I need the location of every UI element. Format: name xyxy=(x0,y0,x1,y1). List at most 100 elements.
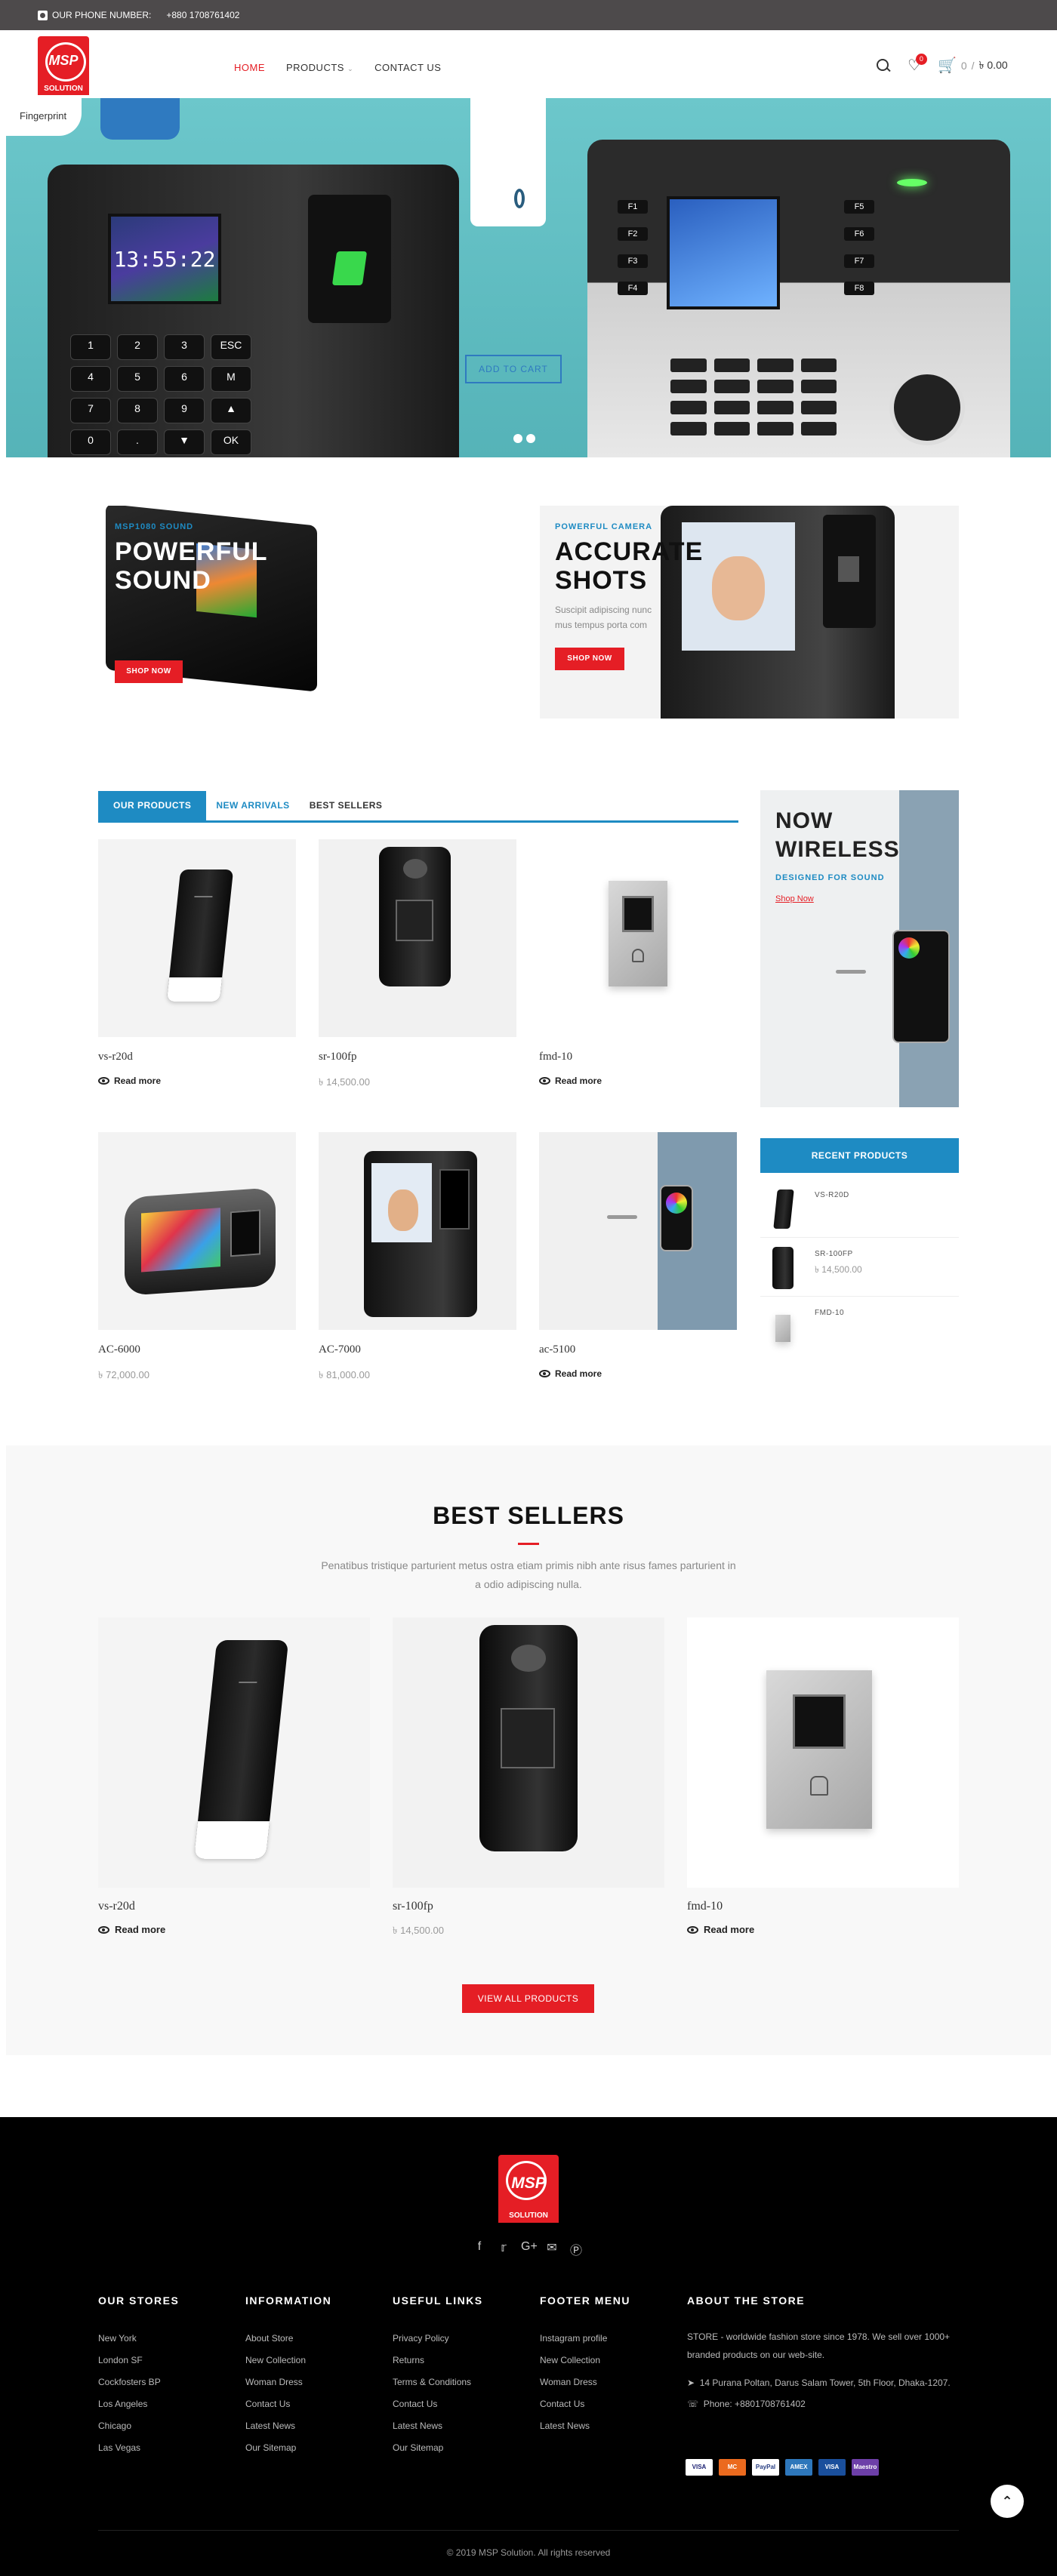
product-name[interactable]: AC-7000 xyxy=(319,1343,361,1356)
footer-link[interactable]: Woman Dress xyxy=(540,2371,630,2393)
hero-add-to-cart-button[interactable]: ADD TO CART xyxy=(465,355,562,383)
slider-dot[interactable] xyxy=(526,434,535,443)
recent-product-item[interactable]: FMD-10 xyxy=(760,1297,959,1356)
attendance-device-image: 13:55:22 1 2 3 ESC 456M 7 8 9 ▲ 0. ▼ OK xyxy=(48,165,459,457)
product-name[interactable]: fmd-10 xyxy=(539,1051,572,1063)
email-icon[interactable]: ✉ xyxy=(545,2240,559,2258)
product-image[interactable] xyxy=(98,839,296,1037)
product-name[interactable]: ac-5100 xyxy=(539,1343,575,1356)
product-image[interactable] xyxy=(98,1617,370,1888)
view-all-products-button[interactable]: VIEW ALL PRODUCTS xyxy=(462,1984,594,2013)
product-name[interactable]: AC-6000 xyxy=(98,1343,140,1356)
footer-col-title: OUR STORES xyxy=(98,2294,180,2307)
recent-product-thumb[interactable] xyxy=(760,1185,806,1230)
footer-link[interactable]: Returns xyxy=(393,2350,483,2371)
footer-link[interactable]: Our Sitemap xyxy=(245,2437,331,2459)
read-more-link[interactable]: Read more xyxy=(687,1924,754,1935)
footer-link[interactable]: London SF xyxy=(98,2350,179,2371)
product-price: ৳ 14,500.00 xyxy=(319,1076,370,1088)
product-image[interactable] xyxy=(319,1132,516,1330)
promo-banner-camera[interactable]: POWERFUL CAMERA ACCURATE SHOTS Suscipit … xyxy=(540,506,959,719)
footer-link[interactable]: Latest News xyxy=(540,2415,630,2437)
read-more-link[interactable]: Read more xyxy=(98,1924,165,1935)
product-image[interactable] xyxy=(319,839,516,1037)
footer-link[interactable]: Chicago xyxy=(98,2415,179,2437)
recent-product-thumb[interactable] xyxy=(760,1244,806,1289)
footer-link[interactable]: Latest News xyxy=(393,2415,483,2437)
read-more-link[interactable]: Read more xyxy=(539,1076,602,1086)
site-logo[interactable]: MSP SOLUTION xyxy=(38,36,89,95)
recent-product-thumb[interactable] xyxy=(760,1303,806,1348)
promo2-headline-1: ACCURATE xyxy=(555,537,704,566)
promo2-shop-now-button[interactable]: SHOP NOW xyxy=(555,648,624,670)
cart-count: 0 xyxy=(960,59,967,72)
nav-contact[interactable]: CONTACT US xyxy=(374,62,441,73)
product-price: ৳ 72,000.00 xyxy=(98,1369,149,1380)
footer-col-about: ABOUT THE STORE STORE - worldwide fashio… xyxy=(687,2294,959,2414)
tab-new-arrivals[interactable]: NEW ARRIVALS xyxy=(206,791,299,820)
product-name[interactable]: vs-r20d xyxy=(98,1900,135,1913)
promo-banner-sound[interactable]: MSP1080 SOUND POWERFUL SOUND SHOP NOW xyxy=(98,506,517,719)
footer-link[interactable]: Woman Dress xyxy=(245,2371,331,2393)
banner-shop-now-link[interactable]: Shop Now xyxy=(775,894,814,903)
promo1-shop-now-button[interactable]: SHOP NOW xyxy=(115,660,183,683)
scroll-to-top-button[interactable]: ⌃ xyxy=(991,2485,1024,2518)
footer-link[interactable]: Latest News xyxy=(245,2415,331,2437)
nav-home[interactable]: HOME xyxy=(234,62,265,73)
product-image[interactable] xyxy=(539,1132,737,1330)
read-more-link[interactable]: Read more xyxy=(98,1076,161,1086)
footer-link[interactable]: Cockfosters BP xyxy=(98,2371,179,2393)
nav-products[interactable]: PRODUCTS ⌄ xyxy=(286,62,353,73)
footer-link[interactable]: Contact Us xyxy=(393,2393,483,2415)
main-nav: HOME PRODUCTS ⌄ CONTACT US xyxy=(234,62,441,73)
recent-product-name[interactable]: VS-R20D xyxy=(815,1191,849,1199)
google-plus-icon[interactable]: G+ xyxy=(521,2240,538,2258)
product-name[interactable]: sr-100fp xyxy=(393,1900,433,1913)
footer-link[interactable]: About Store xyxy=(245,2328,331,2350)
store-phone: Phone: +8801708761402 xyxy=(703,2399,806,2409)
footer-col-title: FOOTER MENU xyxy=(540,2294,630,2307)
footer-link[interactable]: New Collection xyxy=(540,2350,630,2371)
recent-product-name[interactable]: FMD-10 xyxy=(815,1309,844,1317)
wishlist-icon[interactable]: ♡ 0 xyxy=(908,53,927,73)
wireless-banner[interactable]: NOW WIRELESS DESIGNED FOR SOUND Shop Now xyxy=(760,790,959,1107)
footer-link[interactable]: Las Vegas xyxy=(98,2437,179,2459)
product-image[interactable] xyxy=(98,1132,296,1330)
slider-dot[interactable] xyxy=(513,434,522,443)
pinterest-icon[interactable]: Ⓟ xyxy=(569,2240,583,2258)
product-name[interactable]: vs-r20d xyxy=(98,1051,133,1063)
search-icon[interactable] xyxy=(876,58,891,73)
hero-slider[interactable]: Fingerprint 13:55:22 1 2 3 ESC 456M 7 8 9 ▲ 0.… xyxy=(6,98,1051,457)
footer-link[interactable]: Instagram profile xyxy=(540,2328,630,2350)
recent-product-name[interactable]: SR-100FP xyxy=(815,1250,853,1258)
footer-link[interactable]: Contact Us xyxy=(540,2393,630,2415)
cart-button[interactable]: 🛒 0 / ৳ 0.00 xyxy=(938,56,1008,75)
footer-logo[interactable]: MSP SOLUTION xyxy=(498,2155,559,2223)
product-image[interactable] xyxy=(393,1617,664,1888)
footer-link[interactable]: Los Angeles xyxy=(98,2393,179,2415)
product-name[interactable]: sr-100fp xyxy=(319,1051,357,1063)
read-more-link[interactable]: Read more xyxy=(539,1368,602,1379)
footer-link[interactable]: Our Sitemap xyxy=(393,2437,483,2459)
tab-best-sellers[interactable]: BEST SELLERS xyxy=(300,791,393,820)
recent-product-item[interactable]: VS-R20D xyxy=(760,1179,959,1238)
footer-link[interactable]: Contact Us xyxy=(245,2393,331,2415)
footer-link[interactable]: New York xyxy=(98,2328,179,2350)
tab-our-products[interactable]: OUR PRODUCTS xyxy=(98,791,207,820)
facebook-icon[interactable]: f xyxy=(473,2240,486,2258)
footer-col-title: INFORMATION xyxy=(245,2294,332,2307)
eye-icon xyxy=(98,1925,109,1934)
phone-number[interactable]: +880 1708761402 xyxy=(166,10,239,20)
recent-product-item[interactable]: SR-100FP ৳ 14,500.00 xyxy=(760,1238,959,1297)
header-actions: ♡ 0 🛒 0 / ৳ 0.00 xyxy=(876,53,1008,75)
promo1-kicker: MSP1080 SOUND xyxy=(115,522,194,531)
product-name[interactable]: fmd-10 xyxy=(687,1900,723,1913)
footer-link[interactable]: Privacy Policy xyxy=(393,2328,483,2350)
footer-link[interactable]: New Collection xyxy=(245,2350,331,2371)
phone-icon: ☏ xyxy=(687,2399,704,2409)
product-image[interactable] xyxy=(539,839,737,1037)
product-image[interactable] xyxy=(687,1617,959,1888)
amex-icon: AMEX xyxy=(785,2459,812,2476)
twitter-icon[interactable]: 𝕣 xyxy=(497,2240,510,2258)
footer-link[interactable]: Terms & Conditions xyxy=(393,2371,483,2393)
